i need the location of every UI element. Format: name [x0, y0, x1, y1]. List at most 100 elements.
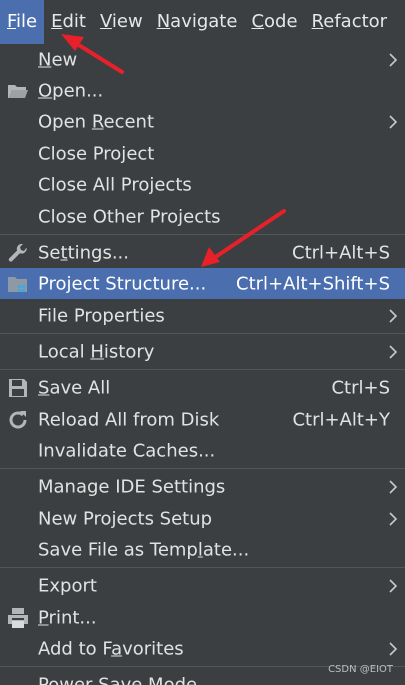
- local-history-pre: Local: [38, 341, 91, 362]
- save-all-shortcut: Ctrl+S: [331, 377, 390, 398]
- settings-post: tings...: [67, 242, 129, 263]
- menu-navigate-post: avigate: [170, 11, 238, 32]
- menu-separator: [0, 333, 405, 334]
- menu-item-close-all-projects-label: Close All Projects: [38, 174, 192, 195]
- settings-mnemonic: t: [60, 242, 68, 263]
- menu-refactor[interactable]: Refactor: [305, 0, 395, 44]
- print-mnemonic: P: [38, 607, 49, 628]
- menu-separator: [0, 567, 405, 568]
- menu-view-post: iew: [111, 11, 143, 32]
- reload-all-shortcut: Ctrl+Alt+Y: [292, 409, 390, 430]
- menu-item-power-save-mode-label: Power Save Mode: [38, 674, 198, 685]
- menu-item-new-projects-setup-label: New Projects Setup: [38, 508, 213, 529]
- open-recent-mnemonic: R: [91, 111, 104, 132]
- menu-item-project-structure-label: Project Structure...: [38, 273, 207, 294]
- reload-icon: [9, 410, 27, 428]
- chevron-right-icon: [389, 52, 398, 67]
- save-template-post: ate...: [202, 539, 250, 560]
- chevron-right-icon: [389, 308, 398, 323]
- menu-item-add-to-favorites[interactable]: Add to Favorites: [0, 633, 405, 664]
- menu-code[interactable]: Code: [244, 0, 304, 44]
- menu-view[interactable]: View: [93, 0, 150, 44]
- menu-item-local-history-label: Local History: [38, 341, 154, 362]
- project-structure-icon: [8, 276, 27, 292]
- menu-item-save-file-as-template-label: Save File as Template...: [38, 539, 249, 560]
- menu-item-print[interactable]: Print...: [0, 602, 405, 633]
- menu-item-open[interactable]: Open...: [0, 75, 405, 106]
- menu-item-save-all[interactable]: Save All Ctrl+S: [0, 372, 405, 403]
- local-history-mnemonic: H: [90, 341, 104, 362]
- menu-item-new[interactable]: New: [0, 44, 405, 75]
- menu-item-reload-all-label: Reload All from Disk: [38, 409, 220, 430]
- chevron-right-icon: [389, 344, 398, 359]
- menu-item-invalidate-caches[interactable]: Invalidate Caches...: [0, 435, 405, 466]
- wrench-icon: [8, 243, 27, 262]
- chevron-right-icon: [389, 511, 398, 526]
- menu-item-close-all-projects[interactable]: Close All Projects: [0, 169, 405, 200]
- project-structure-shortcut: Ctrl+Alt+Shift+S: [236, 273, 390, 294]
- menu-item-manage-ide-settings-label: Manage IDE Settings: [38, 476, 226, 497]
- menu-item-close-project[interactable]: Close Project: [0, 138, 405, 169]
- menu-navigate[interactable]: Navigate: [150, 0, 245, 44]
- menu-item-save-all-label: Save All: [38, 377, 110, 398]
- print-post: rint...: [48, 607, 97, 628]
- menu-item-manage-ide-settings[interactable]: Manage IDE Settings: [0, 471, 405, 502]
- favorites-post: vorites: [122, 638, 184, 659]
- save-all-post: ave All: [49, 377, 111, 398]
- favorites-pre: Add to F: [38, 638, 112, 659]
- folder-open-icon: [8, 84, 28, 98]
- open-recent-post: ecent: [103, 111, 155, 132]
- chevron-right-icon: [389, 641, 398, 656]
- save-template-pre: Save File as Temp: [38, 539, 198, 560]
- menu-separator: [0, 369, 405, 370]
- file-menu-dropdown: New Open... Open Recent Close Project Cl…: [0, 44, 405, 685]
- menu-view-mnemonic: V: [99, 11, 112, 32]
- menu-item-project-structure[interactable]: Project Structure... Ctrl+Alt+Shift+S: [0, 268, 405, 299]
- save-all-mnemonic: S: [38, 377, 50, 398]
- menu-item-open-label: Open...: [38, 80, 103, 101]
- favorites-mnemonic: a: [111, 638, 123, 659]
- menu-item-open-recent-label: Open Recent: [38, 111, 154, 132]
- menu-edit-mnemonic: E: [51, 11, 63, 32]
- menu-edit[interactable]: Edit: [44, 0, 93, 44]
- menu-edit-post: dit: [62, 11, 86, 32]
- menu-code-post: ode: [264, 11, 298, 32]
- new-post: ew: [51, 49, 78, 70]
- menu-code-mnemonic: C: [251, 11, 265, 32]
- chevron-right-icon: [389, 114, 398, 129]
- menu-item-reload-all[interactable]: Reload All from Disk Ctrl+Alt+Y: [0, 404, 405, 435]
- chevron-right-icon: [389, 479, 398, 494]
- menu-item-local-history[interactable]: Local History: [0, 336, 405, 367]
- menu-item-close-other-projects[interactable]: Close Other Projects: [0, 201, 405, 232]
- menu-item-invalidate-caches-label: Invalidate Caches...: [38, 440, 216, 461]
- menu-navigate-mnemonic: N: [156, 11, 171, 32]
- menu-item-new-projects-setup[interactable]: New Projects Setup: [0, 503, 405, 534]
- menu-refactor-post: efactor: [323, 11, 388, 32]
- menu-file-mnemonic: F: [7, 11, 17, 32]
- menu-item-save-file-as-template[interactable]: Save File as Template...: [0, 534, 405, 565]
- menu-item-open-recent[interactable]: Open Recent: [0, 106, 405, 137]
- new-mnemonic: N: [38, 49, 52, 70]
- menu-item-new-label: New: [38, 49, 77, 70]
- menu-file[interactable]: File: [0, 0, 45, 44]
- menu-bar: File Edit View Navigate Code Refactor: [0, 0, 405, 45]
- menu-separator: [0, 234, 405, 235]
- settings-pre: Se: [38, 242, 61, 263]
- menu-item-close-other-projects-label: Close Other Projects: [38, 206, 221, 227]
- open-mnemonic: O: [38, 80, 53, 101]
- settings-shortcut: Ctrl+Alt+S: [292, 242, 390, 263]
- menu-item-export-label: Export: [38, 575, 97, 596]
- menu-item-export[interactable]: Export: [0, 570, 405, 601]
- menu-file-post: ile: [16, 11, 38, 32]
- menu-item-print-label: Print...: [38, 607, 97, 628]
- menu-item-file-properties-label: File Properties: [38, 305, 165, 326]
- menu-item-settings-label: Settings...: [38, 242, 129, 263]
- menu-separator: [0, 468, 405, 469]
- print-icon: [8, 607, 28, 628]
- menu-item-settings[interactable]: Settings... Ctrl+Alt+S: [0, 237, 405, 268]
- menu-item-file-properties[interactable]: File Properties: [0, 300, 405, 331]
- open-recent-pre: Open: [38, 111, 92, 132]
- save-icon: [9, 378, 27, 397]
- menu-refactor-mnemonic: R: [311, 11, 324, 32]
- chevron-right-icon: [389, 578, 398, 593]
